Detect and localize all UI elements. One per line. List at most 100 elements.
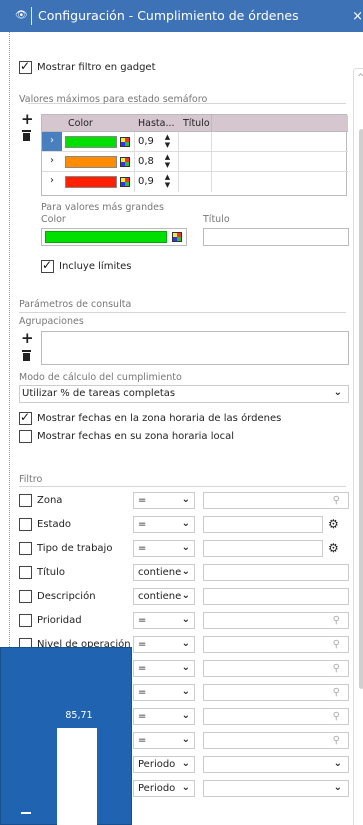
larger-title-label: Título bbox=[203, 214, 230, 225]
local-timezone-checkbox[interactable] bbox=[19, 430, 32, 443]
color-swatch[interactable] bbox=[65, 176, 117, 188]
filter-value-input[interactable] bbox=[203, 564, 349, 581]
filter-operator-select[interactable]: = ⌄ bbox=[133, 516, 195, 533]
color-picker-icon[interactable] bbox=[120, 157, 130, 167]
filter-operator-select[interactable]: = ⌄ bbox=[133, 684, 195, 701]
filter-operator-select[interactable]: = ⌄ bbox=[133, 660, 195, 677]
max-value[interactable]: 0,8 bbox=[138, 156, 154, 167]
filter-value-input[interactable]: ⚲ bbox=[203, 492, 349, 509]
filter-checkbox[interactable] bbox=[19, 494, 32, 507]
search-icon[interactable]: ⚲ bbox=[333, 495, 340, 506]
filter-checkbox[interactable] bbox=[19, 614, 32, 627]
filter-operator-select[interactable]: = ⌄ bbox=[133, 612, 195, 629]
close-icon[interactable]: × bbox=[352, 9, 363, 24]
scroll-up-icon[interactable]: ^ bbox=[357, 73, 363, 83]
filter-operator-select[interactable]: = ⌄ bbox=[133, 708, 195, 725]
include-limits-label: Incluye límites bbox=[59, 261, 132, 272]
add-row-button[interactable]: + bbox=[21, 112, 34, 127]
gear-icon[interactable]: ⚙ bbox=[328, 541, 339, 555]
expand-row-chevron[interactable]: › bbox=[42, 152, 62, 171]
expand-row-chevron[interactable]: › bbox=[42, 132, 62, 151]
chevron-down-icon: ⌄ bbox=[181, 566, 190, 577]
semaphore-row[interactable]: › 0,9 ▲ ▼ bbox=[42, 132, 348, 152]
calc-mode-select[interactable]: Utilizar % de tareas completas ⌄ bbox=[19, 385, 349, 403]
title-separator bbox=[31, 7, 32, 25]
add-grouping-button[interactable]: + bbox=[21, 331, 34, 346]
order-timezone-checkbox[interactable] bbox=[19, 410, 32, 425]
spinner-icon[interactable]: ▲ ▼ bbox=[163, 153, 172, 169]
filter-field-label: Zona bbox=[37, 495, 63, 506]
filter-value-input[interactable]: ⚲ bbox=[203, 732, 349, 749]
trash-icon[interactable] bbox=[22, 130, 31, 141]
filter-value-input[interactable]: ⌄ bbox=[203, 756, 349, 773]
filter-operator-select[interactable]: Periodo ⌄ bbox=[133, 756, 195, 773]
color-picker-icon[interactable] bbox=[120, 137, 130, 147]
search-icon[interactable]: ⚲ bbox=[333, 639, 340, 650]
filter-value-input[interactable] bbox=[203, 516, 323, 533]
filter-checkbox[interactable] bbox=[19, 590, 32, 603]
chevron-down-icon: ⌄ bbox=[181, 590, 190, 601]
filter-checkbox[interactable] bbox=[19, 566, 32, 579]
filter-operator-value: = bbox=[138, 639, 147, 650]
filter-operator-select[interactable]: contiene ⌄ bbox=[133, 588, 195, 605]
search-icon[interactable]: ⚲ bbox=[333, 735, 340, 746]
col-color: Color bbox=[68, 118, 93, 129]
filter-value-input[interactable]: ⚲ bbox=[203, 708, 349, 725]
filter-checkbox[interactable] bbox=[19, 518, 32, 531]
spinner-icon[interactable]: ▲ ▼ bbox=[163, 173, 172, 189]
filter-checkbox[interactable] bbox=[19, 542, 32, 555]
chevron-down-icon: ⌄ bbox=[181, 782, 190, 793]
search-icon[interactable]: ⚲ bbox=[333, 615, 340, 626]
filter-operator-select[interactable]: = ⌄ bbox=[133, 492, 195, 509]
filter-operator-value: = bbox=[138, 495, 147, 506]
search-icon[interactable]: ⚲ bbox=[333, 663, 340, 674]
filter-field-label: Descripción bbox=[37, 591, 96, 602]
groupings-list[interactable] bbox=[41, 331, 349, 365]
gear-icon[interactable]: ⚙ bbox=[328, 517, 339, 531]
filter-operator-select[interactable]: = ⌄ bbox=[133, 636, 195, 653]
search-icon[interactable]: ⚲ bbox=[333, 711, 340, 722]
filter-section-title: Filtro bbox=[19, 474, 43, 485]
filter-value-input[interactable]: ⚲ bbox=[203, 684, 349, 701]
search-icon[interactable]: ⚲ bbox=[333, 687, 340, 698]
show-filter-checkbox[interactable] bbox=[19, 59, 32, 74]
color-picker-icon[interactable] bbox=[120, 177, 130, 187]
max-value[interactable]: 0,9 bbox=[138, 136, 154, 147]
filter-operator-value: = bbox=[138, 735, 147, 746]
filter-field-label: Título bbox=[37, 567, 66, 578]
filter-value-input[interactable]: ⌄ bbox=[203, 780, 349, 797]
filter-value-input[interactable] bbox=[203, 588, 349, 605]
window-titlebar: 👁 Configuración - Cumplimiento de órdene… bbox=[0, 0, 363, 32]
filter-operator-select[interactable]: = ⌄ bbox=[133, 732, 195, 749]
scrollbar-thumb[interactable] bbox=[359, 129, 363, 689]
filter-operator-value: = bbox=[138, 543, 147, 554]
filter-value-input[interactable]: ⚲ bbox=[203, 612, 349, 629]
filter-operator-select[interactable]: contiene ⌄ bbox=[133, 564, 195, 581]
larger-title-input[interactable] bbox=[203, 228, 349, 246]
color-picker-icon[interactable] bbox=[172, 232, 182, 242]
filter-operator-value: = bbox=[138, 687, 147, 698]
color-swatch[interactable] bbox=[65, 136, 117, 148]
max-value[interactable]: 0,9 bbox=[138, 176, 154, 187]
chevron-down-icon: ⌄ bbox=[333, 387, 342, 398]
larger-color-field[interactable] bbox=[41, 228, 187, 246]
color-swatch[interactable] bbox=[65, 156, 117, 168]
filter-operator-select[interactable]: Periodo ⌄ bbox=[133, 780, 195, 797]
window-title: Configuración - Cumplimiento de órdenes bbox=[38, 8, 299, 23]
filter-value-input[interactable]: ⚲ bbox=[203, 636, 349, 653]
semaphore-row[interactable]: › 0,9 ▲ ▼ bbox=[42, 172, 348, 192]
chevron-down-icon: ⌄ bbox=[181, 758, 190, 769]
chevron-down-icon: ⌄ bbox=[181, 542, 190, 553]
filter-operator-select[interactable]: = ⌄ bbox=[133, 540, 195, 557]
expand-row-chevron[interactable]: › bbox=[42, 172, 62, 191]
groupings-label: Agrupaciones bbox=[19, 316, 84, 327]
chevron-down-icon: ⌄ bbox=[181, 662, 190, 673]
filter-operator-value: = bbox=[138, 711, 147, 722]
trash-icon[interactable] bbox=[22, 350, 31, 361]
filter-value-input[interactable] bbox=[203, 540, 323, 557]
include-limits-checkbox[interactable] bbox=[41, 258, 54, 273]
semaphore-row[interactable]: › 0,8 ▲ ▼ bbox=[42, 152, 348, 172]
filter-value-input[interactable]: ⚲ bbox=[203, 660, 349, 677]
spinner-icon[interactable]: ▲ ▼ bbox=[163, 133, 172, 149]
vertical-scrollbar[interactable]: ^ v bbox=[353, 68, 363, 825]
